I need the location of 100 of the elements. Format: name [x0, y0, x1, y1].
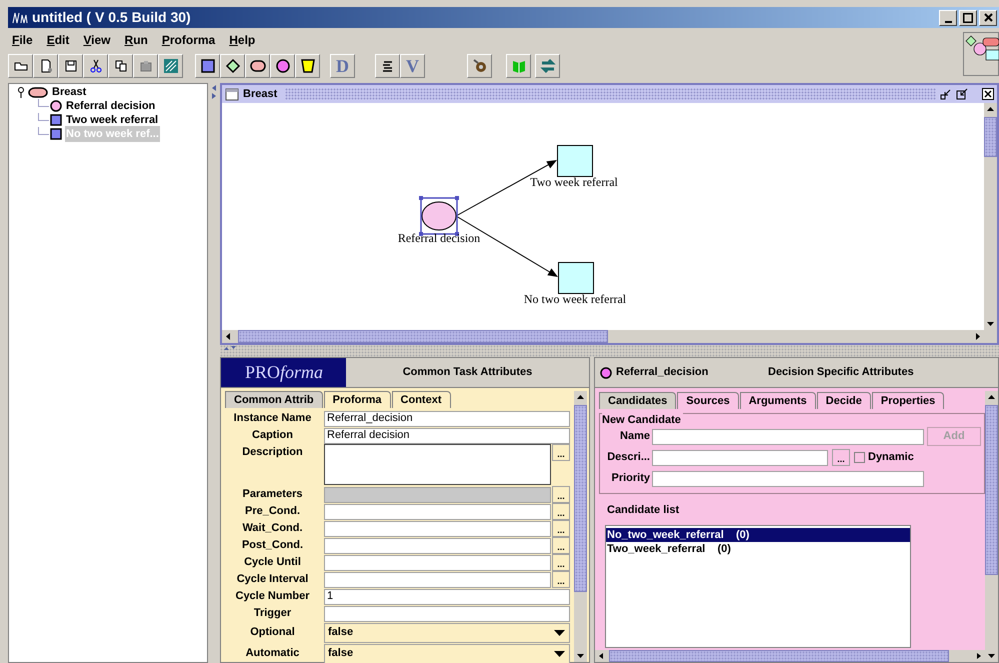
browse-button[interactable]: ...: [552, 486, 570, 503]
close-icon[interactable]: [982, 88, 994, 100]
tree-item[interactable]: Two week referral: [65, 112, 160, 128]
field-label: Name: [619, 429, 650, 444]
maximize-button[interactable]: [959, 10, 977, 26]
menu-item[interactable]: View: [83, 31, 111, 49]
tab[interactable]: Candidates: [599, 392, 676, 409]
input-field[interactable]: [324, 554, 551, 570]
minimize-button[interactable]: [939, 10, 957, 26]
browse-button[interactable]: ...: [552, 554, 570, 571]
restore-frame-icon[interactable]: [956, 88, 968, 100]
tab[interactable]: Sources: [677, 392, 739, 409]
input-field[interactable]: [324, 504, 551, 520]
input-field[interactable]: [324, 606, 570, 622]
tab[interactable]: Decide: [816, 392, 871, 409]
input-field[interactable]: [652, 428, 924, 444]
scrollbar-thumb[interactable]: [574, 405, 587, 592]
menu-item[interactable]: Proforma: [162, 31, 216, 49]
toolbar-button[interactable]: [467, 54, 492, 78]
diagram-icon[interactable]: [963, 32, 999, 76]
dropdown[interactable]: false: [324, 622, 570, 642]
list-item[interactable]: No_two_week_referral (0): [606, 528, 910, 542]
text-area[interactable]: [324, 444, 551, 485]
node-label: Two week referral: [530, 174, 618, 191]
app-icon: [12, 12, 28, 24]
field-label: Instance Name: [232, 411, 312, 426]
toolbar-button[interactable]: [108, 54, 133, 78]
rounded-rectangle-icon: [28, 86, 48, 98]
splitter-arrows-icon[interactable]: [223, 345, 237, 351]
window-icon: [225, 88, 239, 100]
browse-button[interactable]: ...: [552, 444, 570, 461]
expand-toggle-icon[interactable]: [17, 86, 25, 98]
field-label: Wait_Cond.: [241, 521, 304, 536]
field-label: Trigger: [252, 606, 292, 622]
field-label: Caption: [251, 428, 294, 444]
browse-button[interactable]: ...: [832, 449, 850, 466]
tab[interactable]: Proforma: [324, 391, 391, 408]
toolbar-button[interactable]: [270, 54, 295, 78]
copy-icon: [112, 58, 128, 74]
list-item[interactable]: Two_week_referral (0): [606, 542, 910, 556]
browse-button[interactable]: ...: [552, 571, 570, 588]
input-field[interactable]: [324, 520, 551, 536]
scrollbar-thumb[interactable]: [984, 117, 997, 157]
input-field[interactable]: Referral_decision: [324, 410, 570, 426]
node-name: Referral_decision: [616, 365, 710, 380]
browse-button[interactable]: ...: [552, 520, 570, 537]
diamond-icon: [224, 58, 240, 74]
menu-item[interactable]: File: [12, 31, 33, 49]
dropdown[interactable]: false: [324, 644, 570, 663]
field-label: Priority: [610, 471, 650, 486]
checkbox[interactable]: [854, 452, 865, 463]
square-icon: [50, 128, 62, 140]
browse-button[interactable]: ...: [552, 503, 570, 520]
input-field[interactable]: [324, 538, 551, 554]
toolbar-button[interactable]: [83, 54, 108, 78]
toolbar-button[interactable]: [8, 54, 33, 78]
toolbar-button[interactable]: [195, 54, 220, 78]
toolbar-button[interactable]: [33, 54, 58, 78]
menu-item[interactable]: Run: [124, 31, 148, 49]
toolbar-button[interactable]: [58, 54, 83, 78]
minimize-frame-icon[interactable]: [940, 88, 952, 100]
cut-icon: [88, 58, 104, 74]
splitter-arrows-icon[interactable]: [211, 85, 217, 99]
maximize-icon: [963, 12, 973, 22]
scrollbar-thumb[interactable]: [238, 330, 608, 343]
panel-title: Decision Specific Attributes: [768, 365, 914, 380]
menu-item[interactable]: Edit: [46, 31, 70, 49]
close-button[interactable]: [979, 10, 997, 26]
vertical-scrollbar[interactable]: [574, 391, 587, 662]
field-label: Parameters: [242, 487, 304, 502]
input-field[interactable]: [324, 572, 551, 588]
tree-item[interactable]: Breast: [51, 84, 88, 100]
action-node[interactable]: [557, 145, 593, 177]
toolbar-button[interactable]: [220, 54, 245, 78]
input-field[interactable]: 1: [324, 588, 570, 604]
scrollbar-thumb[interactable]: [985, 405, 998, 575]
toolbar-button[interactable]: [375, 54, 400, 78]
tab[interactable]: Arguments: [740, 392, 816, 409]
gear-icon: [472, 58, 488, 74]
swap-arrows-icon: [540, 58, 556, 74]
vertical-scrollbar[interactable]: [985, 391, 998, 662]
tree-connector-line: [38, 113, 49, 121]
panel-title: Common Task Attributes: [402, 365, 534, 380]
field-label: Cycle Interval: [236, 572, 310, 588]
dropdown-arrow-icon: [554, 630, 565, 636]
browse-button[interactable]: ...: [552, 537, 570, 554]
menu-item[interactable]: Help: [229, 31, 256, 49]
tab[interactable]: Context: [392, 391, 450, 408]
tree-item[interactable]: Referral decision: [65, 98, 156, 114]
tab[interactable]: Common Attrib: [225, 391, 323, 408]
tab[interactable]: Properties: [872, 392, 944, 409]
input-field[interactable]: [652, 450, 828, 466]
input-field[interactable]: Referral decision: [324, 428, 570, 444]
input-field[interactable]: [652, 470, 924, 486]
list-label: Candidate list: [606, 503, 680, 518]
toolbar-button[interactable]: [245, 54, 270, 78]
action-node[interactable]: [558, 262, 594, 294]
window-title: untitled ( V 0.5 Build 30): [32, 8, 191, 27]
circle-icon: [274, 58, 290, 74]
toolbar-button[interactable]: [295, 54, 320, 78]
